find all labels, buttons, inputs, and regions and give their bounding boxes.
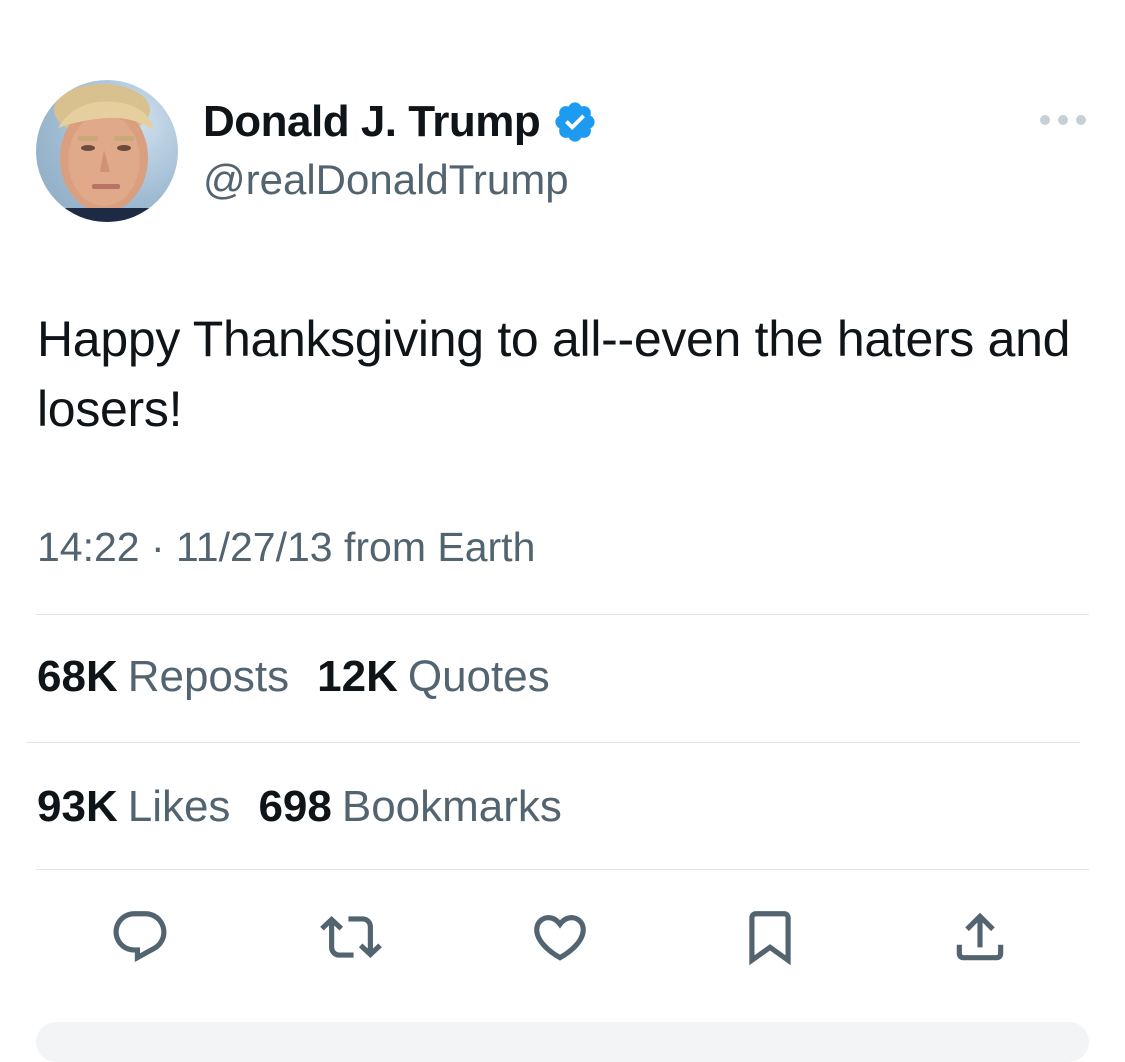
bookmarks-count: 698 — [258, 782, 332, 831]
avatar-photo — [54, 84, 156, 222]
bookmark-button[interactable] — [737, 904, 803, 970]
stats-row-reposts-quotes: 68K Reposts 12K Quotes — [37, 652, 578, 702]
like-icon — [534, 915, 586, 961]
quotes-stat[interactable]: 12K Quotes — [317, 652, 550, 702]
divider — [26, 742, 1080, 743]
stats-row-likes-bookmarks: 93K Likes 698 Bookmarks — [37, 782, 590, 832]
avatar[interactable] — [36, 80, 178, 222]
quotes-label: Quotes — [407, 652, 550, 701]
verified-badge-icon — [555, 102, 595, 142]
divider — [36, 614, 1089, 615]
reply-composer-preview[interactable] — [36, 1022, 1089, 1062]
author-display-name[interactable]: Donald J. Trump — [203, 97, 541, 147]
more-dot — [1076, 115, 1086, 125]
quotes-count: 12K — [317, 652, 398, 701]
share-button[interactable] — [947, 904, 1013, 970]
reposts-stat[interactable]: 68K Reposts — [37, 652, 289, 702]
share-icon — [956, 912, 1004, 961]
tweet-action-bar — [0, 904, 1125, 974]
more-dot — [1058, 115, 1068, 125]
tweet-detail: Donald J. Trump @realDonaldTrump Happy T… — [0, 0, 1125, 1062]
reposts-count: 68K — [37, 652, 118, 701]
bookmarks-stat[interactable]: 698 Bookmarks — [258, 782, 562, 832]
reply-button[interactable] — [107, 904, 173, 970]
more-dot — [1040, 115, 1050, 125]
reposts-label: Reposts — [127, 652, 290, 701]
repost-button[interactable] — [318, 904, 384, 970]
likes-count: 93K — [37, 782, 118, 831]
bookmarks-label: Bookmarks — [341, 782, 562, 831]
bookmark-icon — [749, 911, 791, 966]
repost-icon — [320, 916, 382, 958]
author-name-row[interactable]: Donald J. Trump — [203, 94, 598, 150]
author-handle[interactable]: @realDonaldTrump — [203, 156, 569, 204]
reply-icon — [113, 911, 167, 963]
like-button[interactable] — [527, 904, 593, 970]
likes-stat[interactable]: 93K Likes — [37, 782, 230, 832]
tweet-text: Happy Thanksgiving to all--even the hate… — [37, 311, 1071, 437]
divider — [36, 869, 1089, 870]
more-options-icon[interactable] — [1040, 108, 1086, 132]
tweet-timestamp[interactable]: 14:22 · 11/27/13 from Earth — [37, 524, 535, 571]
likes-label: Likes — [127, 782, 231, 831]
